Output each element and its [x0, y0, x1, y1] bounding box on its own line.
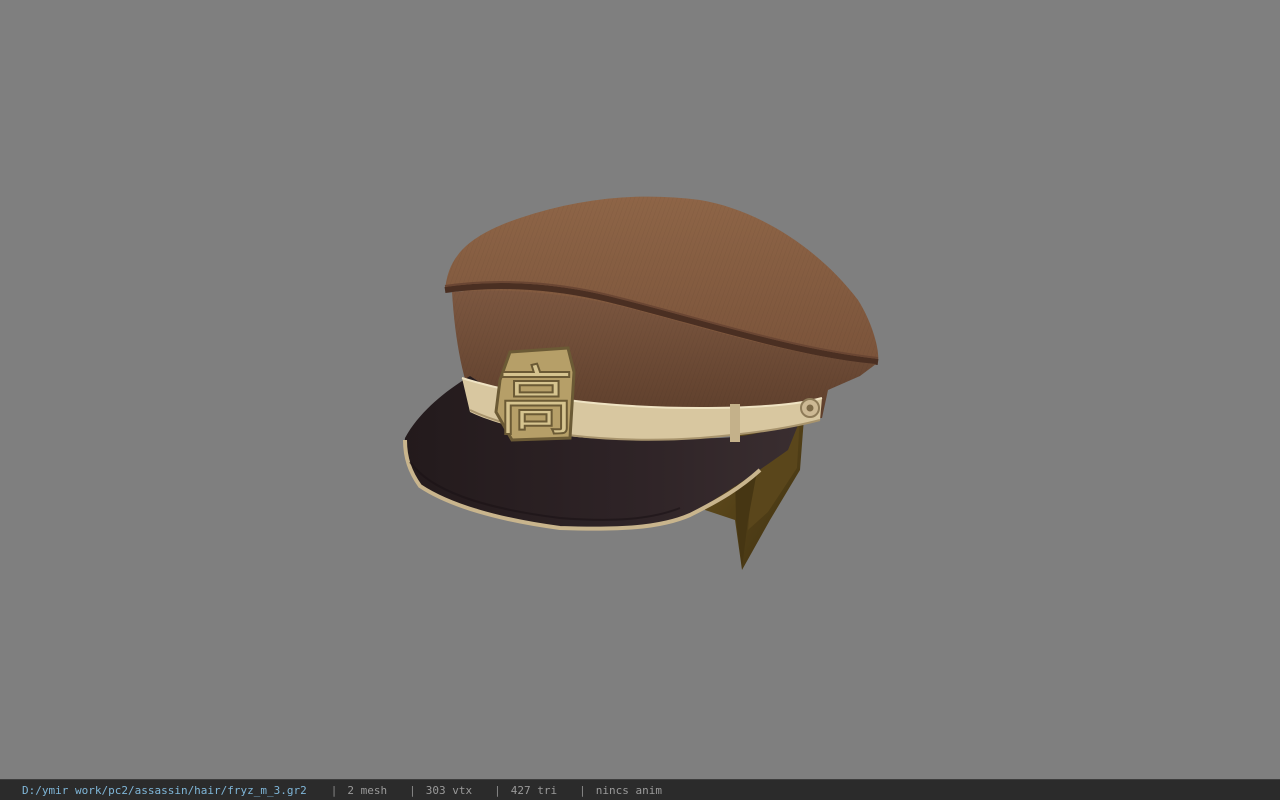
- status-file-path: D:/ymir work/pc2/assassin/hair/fryz_m_3.…: [22, 783, 307, 797]
- cap-model: 高: [403, 196, 879, 570]
- status-separator: |: [330, 783, 338, 797]
- status-separator: |: [409, 783, 416, 797]
- status-mesh-count: 2 mesh: [347, 783, 388, 797]
- status-bar: D:/ymir work/pc2/assassin/hair/fryz_m_3.…: [0, 779, 1280, 800]
- status-animation: nincs anim: [595, 783, 662, 797]
- status-separator: |: [579, 783, 586, 797]
- badge-glyph: 高: [498, 357, 574, 446]
- model-viewport[interactable]: 高: [0, 0, 1280, 779]
- cap-badge: 高: [494, 346, 576, 447]
- status-vertex-count: 303 vtx: [425, 783, 473, 797]
- status-separator: |: [494, 783, 501, 797]
- status-triangle-count: 427 tri: [510, 783, 558, 797]
